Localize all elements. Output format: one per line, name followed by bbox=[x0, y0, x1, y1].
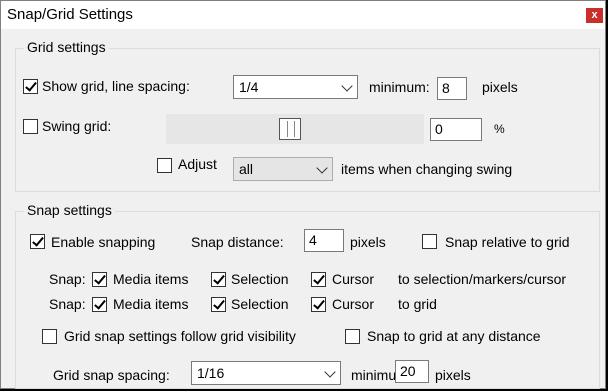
grid-spacing-value: 1/4 bbox=[239, 79, 259, 95]
show-grid-checkbox[interactable] bbox=[23, 79, 38, 94]
snap-row1-suffix: to selection/markers/cursor bbox=[398, 271, 567, 287]
snap-row2-suffix: to grid bbox=[398, 296, 437, 312]
follow-visibility-label[interactable]: Grid snap settings follow grid visibilit… bbox=[64, 328, 296, 344]
snap-distance-unit: pixels bbox=[350, 234, 386, 250]
chevron-down-icon bbox=[324, 366, 336, 378]
grid-minimum-input[interactable]: 8 bbox=[437, 77, 467, 100]
grid-minimum-label: minimum: bbox=[369, 79, 430, 95]
adjust-label[interactable]: Adjust bbox=[178, 156, 217, 172]
any-distance-label[interactable]: Snap to grid at any distance bbox=[367, 328, 541, 344]
snap-row1-media-label[interactable]: Media items bbox=[113, 271, 188, 287]
swing-slider[interactable] bbox=[166, 114, 424, 144]
snap-row2-selection-label[interactable]: Selection bbox=[231, 296, 289, 312]
grid-spacing-dropdown[interactable]: 1/4 bbox=[233, 75, 358, 99]
snap-row2-prefix: Snap: bbox=[49, 296, 86, 312]
grid-snap-spacing-value: 1/16 bbox=[197, 365, 225, 381]
snap-row1-selection-label[interactable]: Selection bbox=[231, 271, 289, 287]
grid-snap-spacing-dropdown[interactable]: 1/16 bbox=[191, 361, 341, 385]
snap-row1-media-checkbox[interactable] bbox=[92, 272, 107, 287]
swing-percent-label: % bbox=[494, 122, 505, 136]
follow-visibility-checkbox[interactable] bbox=[42, 329, 57, 344]
snap-distance-input[interactable]: 4 bbox=[304, 229, 344, 252]
swing-value-input[interactable]: 0 bbox=[430, 118, 482, 141]
snap-settings-legend: Snap settings bbox=[24, 202, 115, 218]
enable-snapping-label[interactable]: Enable snapping bbox=[51, 234, 155, 250]
snap-row1-selection-checkbox[interactable] bbox=[211, 272, 226, 287]
show-grid-label[interactable]: Show grid, line spacing: bbox=[42, 78, 190, 94]
snap-row2-cursor-checkbox[interactable] bbox=[311, 297, 326, 312]
adjust-suffix-label: items when changing swing bbox=[341, 161, 513, 177]
grid-snap-minimum-input[interactable]: 20 bbox=[395, 360, 429, 383]
snap-relative-checkbox[interactable] bbox=[422, 234, 437, 249]
snap-row1-cursor-label[interactable]: Cursor bbox=[332, 271, 374, 287]
grid-pixels-label: pixels bbox=[482, 79, 518, 95]
adjust-checkbox[interactable] bbox=[157, 158, 172, 173]
swing-slider-handle[interactable] bbox=[279, 118, 301, 140]
snap-grid-settings-dialog: Snap/Grid Settings x Grid settings Show … bbox=[0, 0, 606, 389]
any-distance-checkbox[interactable] bbox=[345, 329, 360, 344]
enable-snapping-checkbox[interactable] bbox=[30, 234, 45, 249]
snap-row2-cursor-label[interactable]: Cursor bbox=[332, 296, 374, 312]
title-bar: Snap/Grid Settings x bbox=[1, 1, 605, 29]
snap-distance-label: Snap distance: bbox=[191, 234, 284, 250]
snap-row2-selection-checkbox[interactable] bbox=[211, 297, 226, 312]
swing-grid-label[interactable]: Swing grid: bbox=[42, 118, 111, 134]
snap-row1-prefix: Snap: bbox=[49, 271, 86, 287]
snap-relative-label[interactable]: Snap relative to grid bbox=[445, 234, 570, 250]
snap-row2-media-checkbox[interactable] bbox=[92, 297, 107, 312]
grid-snap-spacing-label: Grid snap spacing: bbox=[53, 367, 170, 383]
chevron-down-icon bbox=[341, 80, 353, 92]
window-title: Snap/Grid Settings bbox=[7, 6, 133, 23]
swing-grid-checkbox[interactable] bbox=[23, 119, 38, 134]
grid-snap-pixels-label: pixels bbox=[435, 367, 471, 383]
chevron-down-icon bbox=[316, 162, 328, 174]
snap-row1-cursor-checkbox[interactable] bbox=[311, 272, 326, 287]
snap-row2-media-label[interactable]: Media items bbox=[113, 296, 188, 312]
adjust-dropdown[interactable]: all bbox=[233, 157, 333, 181]
grid-settings-legend: Grid settings bbox=[24, 39, 109, 55]
adjust-value: all bbox=[239, 161, 254, 177]
close-button[interactable]: x bbox=[586, 8, 603, 23]
